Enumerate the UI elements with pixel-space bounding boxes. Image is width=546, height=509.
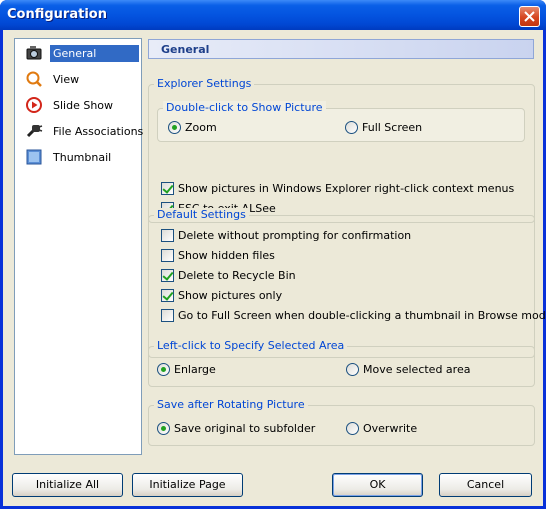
zoom-label: Zoom [185,121,217,134]
window-title: Configuration [7,7,107,22]
overwrite-radio-button[interactable] [346,422,359,435]
zoom-radio-button[interactable] [168,121,181,134]
rotate-save-legend: Save after Rotating Picture [154,398,308,411]
delete-no-confirm-checkbox[interactable]: Delete without prompting for confirmatio… [161,229,531,244]
nav-label-slide-show: Slide Show [53,99,114,112]
nav-item-thumbnail[interactable]: Thumbnail [15,145,141,169]
double-click-group: Double-click to Show Picture Zoom Full S… [157,101,525,142]
recycle-bin-label: Delete to Recycle Bin [178,269,296,282]
link-plug-icon [25,122,43,140]
pictures-only-checkbox[interactable]: Show pictures only [161,289,531,304]
left-click-legend: Left-click to Specify Selected Area [154,339,348,352]
enlarge-radio-button[interactable] [157,363,170,376]
cancel-button[interactable]: Cancel [439,473,532,497]
ok-button[interactable]: OK [332,473,423,497]
context-menu-checkbox[interactable]: Show pictures in Windows Explorer right-… [161,182,531,197]
delete-no-confirm-label: Delete without prompting for confirmatio… [178,229,412,242]
play-icon [25,96,43,114]
context-menu-check[interactable] [161,182,174,195]
explorer-settings-legend: Explorer Settings [154,77,255,90]
category-list: General View Slide Show File Association… [14,38,143,455]
delete-no-confirm-check[interactable] [161,229,174,242]
fullscreen-dblclick-check[interactable] [161,309,174,322]
fullscreen-dblclick-label: Go to Full Screen when double-clicking a… [178,309,546,322]
recycle-bin-checkbox[interactable]: Delete to Recycle Bin [161,269,531,284]
thumbnail-icon [25,148,43,166]
move-area-radio[interactable]: Move selected area [346,363,526,378]
initialize-page-button[interactable]: Initialize Page [132,473,243,497]
dialog-body: General View Slide Show File Association… [3,30,546,506]
double-click-legend: Double-click to Show Picture [163,101,326,114]
default-settings-group: Default Settings Delete without promptin… [148,208,546,358]
save-subfolder-label: Save original to subfolder [174,422,316,435]
page-title: General [161,43,210,56]
enlarge-label: Enlarge [174,363,216,376]
recycle-bin-check[interactable] [161,269,174,282]
nav-label-general: General [50,45,139,62]
save-subfolder-radio-button[interactable] [157,422,170,435]
close-icon [524,11,535,22]
nav-label-view: View [53,73,80,86]
close-button[interactable] [519,6,540,27]
nav-label-thumbnail: Thumbnail [53,151,112,164]
show-hidden-label: Show hidden files [178,249,275,262]
pictures-only-label: Show pictures only [178,289,283,302]
title-bar[interactable]: Configuration [0,0,546,30]
explorer-settings-group: Explorer Settings Double-click to Show P… [148,77,535,223]
camera-icon [25,44,43,62]
fullscreen-radio-button[interactable] [345,121,358,134]
show-hidden-checkbox[interactable]: Show hidden files [161,249,531,264]
move-area-label: Move selected area [363,363,471,376]
nav-item-file-associations[interactable]: File Associations [15,119,143,143]
nav-label-file-associations: File Associations [53,125,144,138]
pictures-only-check[interactable] [161,289,174,302]
overwrite-radio[interactable]: Overwrite [346,422,506,437]
fullscreen-label: Full Screen [362,121,423,134]
fullscreen-radio[interactable]: Full Screen [345,121,495,136]
rotate-save-group: Save after Rotating Picture Save origina… [148,398,535,446]
enlarge-radio[interactable]: Enlarge [157,363,317,378]
magnifier-icon [25,70,43,88]
save-subfolder-radio[interactable]: Save original to subfolder [157,422,337,437]
context-menu-label: Show pictures in Windows Explorer right-… [178,182,515,195]
show-hidden-check[interactable] [161,249,174,262]
config-window: Configuration General View Slide Show Fi… [0,0,546,509]
fullscreen-dblclick-checkbox[interactable]: Go to Full Screen when double-clicking a… [161,309,546,324]
nav-item-general[interactable]: General [15,41,141,65]
overwrite-label: Overwrite [363,422,418,435]
default-settings-legend: Default Settings [154,208,249,221]
nav-item-slide-show[interactable]: Slide Show [15,93,141,117]
zoom-radio[interactable]: Zoom [168,121,318,136]
move-area-radio-button[interactable] [346,363,359,376]
nav-item-view[interactable]: View [15,67,141,91]
left-click-group: Left-click to Specify Selected Area Enla… [148,339,535,387]
initialize-all-button[interactable]: Initialize All [12,473,123,497]
page-header: General [148,39,534,59]
